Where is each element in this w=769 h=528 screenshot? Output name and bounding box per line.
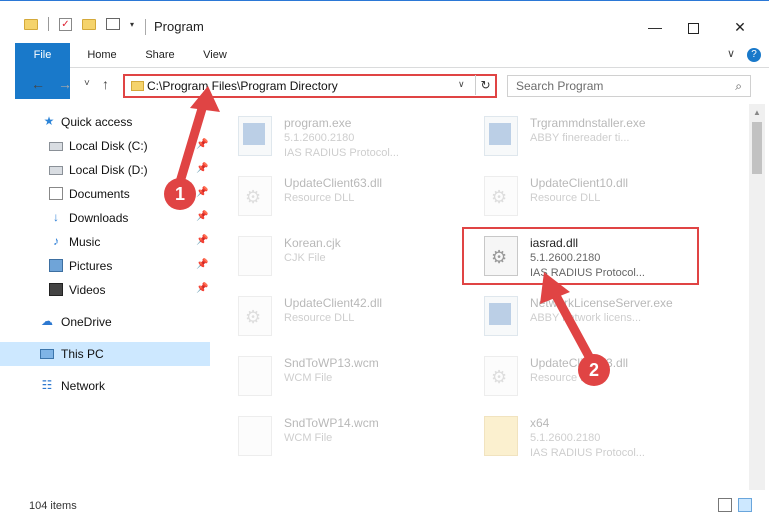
annotation-arrows bbox=[175, 86, 597, 367]
annotation-arrow-1 bbox=[175, 97, 209, 187]
annotation-arrowhead-1 bbox=[190, 86, 220, 112]
step-2-callout: 2 bbox=[578, 354, 610, 386]
annotation-arrow-2 bbox=[549, 287, 597, 367]
step-1-callout: 1 bbox=[164, 178, 196, 210]
